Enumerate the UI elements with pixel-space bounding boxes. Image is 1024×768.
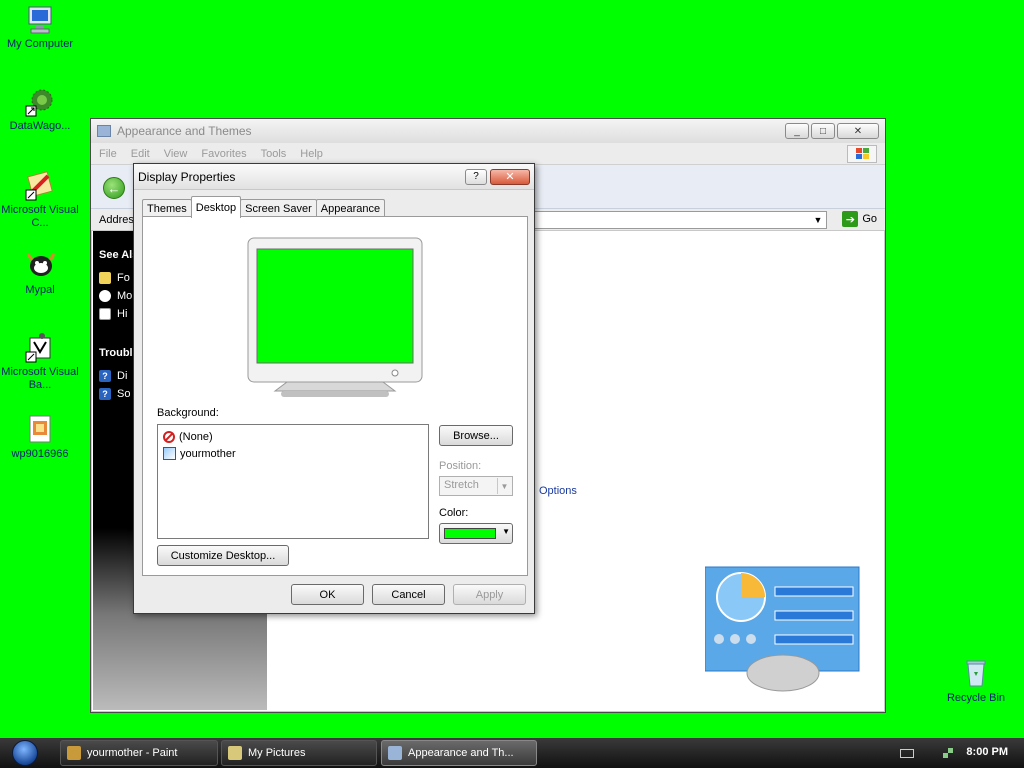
position-value: Stretch xyxy=(444,479,479,491)
maximize-button[interactable]: □ xyxy=(811,123,835,139)
windows-orb-icon xyxy=(12,740,38,766)
dialog-title: Display Properties xyxy=(138,169,236,184)
clock[interactable]: 8:00 PM xyxy=(966,746,1008,758)
control-panel-icon xyxy=(388,746,402,760)
close-button[interactable]: ✕ xyxy=(837,123,879,139)
desktop-icon-label: Microsoft Visual C... xyxy=(1,204,79,229)
troubleshooter-item-label: Di xyxy=(117,370,128,382)
desktop-icon-mypal[interactable]: Mypal xyxy=(0,250,80,297)
customize-desktop-button[interactable]: Customize Desktop... xyxy=(157,545,289,566)
see-also-item-label: Mo xyxy=(117,290,133,302)
desktop-icon-label: Microsoft Visual Ba... xyxy=(1,366,79,391)
chevron-down-icon: ▼ xyxy=(502,527,510,536)
desktop-icon-visual-basic[interactable]: Microsoft Visual Ba... xyxy=(0,332,80,392)
tab-desktop[interactable]: Desktop xyxy=(190,196,242,218)
folder-icon xyxy=(97,125,111,137)
mouse-icon xyxy=(99,290,111,302)
options-link[interactable]: Options xyxy=(539,485,577,497)
go-arrow-icon: ➔ xyxy=(842,211,859,227)
folder-icon xyxy=(99,272,111,284)
browse-button[interactable]: Browse... xyxy=(439,425,513,446)
taskbar-item-appearance[interactable]: Appearance and Th... xyxy=(381,740,537,766)
taskbar-item-label: yourmother - Paint xyxy=(87,747,178,759)
taskbar-item-label: Appearance and Th... xyxy=(408,747,514,759)
desktop-tab-panel: Background: (None) yourmother Browse... … xyxy=(142,216,528,576)
taskbar-item-label: My Pictures xyxy=(248,747,306,759)
image-file-icon xyxy=(24,414,56,446)
no-entry-icon xyxy=(163,430,175,443)
start-button[interactable] xyxy=(8,738,42,768)
troubleshooter-item-label: So xyxy=(117,388,131,400)
desktop-icon-label: DataWago... xyxy=(9,120,71,132)
list-item[interactable]: (None) xyxy=(163,428,423,445)
keyboard-icon[interactable] xyxy=(900,749,914,758)
back-button[interactable]: ← xyxy=(103,177,125,199)
menu-tools[interactable]: Tools xyxy=(261,148,287,160)
see-also-item-label: Hi xyxy=(117,308,128,320)
mypal-icon xyxy=(24,250,56,282)
dialog-close-button[interactable]: ✕ xyxy=(490,168,530,185)
menu-help[interactable]: Help xyxy=(300,148,323,160)
tab-strip: Themes Desktop Screen Saver Appearance xyxy=(142,196,386,218)
contrast-icon xyxy=(99,308,111,320)
go-button[interactable]: ➔ Go xyxy=(842,211,877,227)
menu-view[interactable]: View xyxy=(164,148,188,160)
explorer-titlebar[interactable]: Appearance and Themes _ □ ✕ xyxy=(91,119,885,143)
desktop-icon-label: My Computer xyxy=(6,38,74,50)
color-label: Color: xyxy=(439,507,469,519)
paint-icon xyxy=(67,746,81,760)
menu-edit[interactable]: Edit xyxy=(131,148,150,160)
chevron-down-icon[interactable]: ▼ xyxy=(810,212,826,228)
folder-icon xyxy=(228,746,242,760)
apply-button[interactable]: Apply xyxy=(453,584,526,605)
display-properties-dialog: Display Properties ? ✕ Themes Desktop Sc… xyxy=(133,163,535,614)
cancel-button[interactable]: Cancel xyxy=(372,584,445,605)
position-select: Stretch ▼ xyxy=(439,476,513,496)
address-input[interactable]: ▼ xyxy=(531,211,827,229)
desktop-icon-wp9016966[interactable]: wp9016966 xyxy=(0,414,80,461)
explorer-title: Appearance and Themes xyxy=(117,124,252,138)
menu-bar: File Edit View Favorites Tools Help xyxy=(91,143,885,165)
desktop-icon-recycle-bin[interactable]: Recycle Bin xyxy=(936,658,1016,705)
color-swatch xyxy=(444,528,496,539)
recycle-bin-icon xyxy=(960,658,992,690)
menu-file[interactable]: File xyxy=(99,148,117,160)
datawagon-icon xyxy=(24,86,56,118)
address-label: Addres xyxy=(99,213,134,226)
taskbar: yourmother - Paint My Pictures Appearanc… xyxy=(0,738,1024,768)
help-icon: ? xyxy=(99,370,111,382)
taskbar-item-paint[interactable]: yourmother - Paint xyxy=(60,740,218,766)
network-icon[interactable] xyxy=(942,747,954,759)
menu-favorites[interactable]: Favorites xyxy=(201,148,246,160)
monitor-preview xyxy=(247,237,425,399)
ok-button[interactable]: OK xyxy=(291,584,364,605)
desktop-icon-label: wp9016966 xyxy=(11,448,69,460)
position-label: Position: xyxy=(439,460,482,472)
background-list[interactable]: (None) yourmother xyxy=(157,424,429,539)
see-also-item-label: Fo xyxy=(117,272,130,284)
minimize-button[interactable]: _ xyxy=(785,123,809,139)
taskbar-item-my-pictures[interactable]: My Pictures xyxy=(221,740,377,766)
list-item[interactable]: yourmother xyxy=(163,445,423,462)
desktop-icon-label: Mypal xyxy=(25,284,55,296)
help-button[interactable]: ? xyxy=(465,168,487,185)
desktop-icon-visual-c[interactable]: Microsoft Visual C... xyxy=(0,170,80,230)
image-file-icon xyxy=(163,447,176,460)
desktop-icon-datawagon[interactable]: DataWago... xyxy=(0,86,80,133)
windows-logo-icon xyxy=(847,145,877,163)
computer-icon xyxy=(24,4,56,36)
chevron-down-icon: ▼ xyxy=(497,478,511,494)
list-item-label: (None) xyxy=(179,430,213,443)
background-label: Background: xyxy=(157,407,219,419)
display-settings-illustration xyxy=(704,565,861,693)
desktop-icon-label: Recycle Bin xyxy=(946,692,1006,704)
help-icon: ? xyxy=(99,388,111,400)
visual-c-icon xyxy=(24,170,56,202)
list-item-label: yourmother xyxy=(180,447,236,460)
dialog-titlebar[interactable]: Display Properties ? ✕ xyxy=(134,164,534,190)
desktop-icon-my-computer[interactable]: My Computer xyxy=(0,4,80,51)
go-label: Go xyxy=(862,213,877,225)
color-picker-button[interactable]: ▼ xyxy=(439,523,513,544)
visual-basic-icon xyxy=(24,332,56,364)
